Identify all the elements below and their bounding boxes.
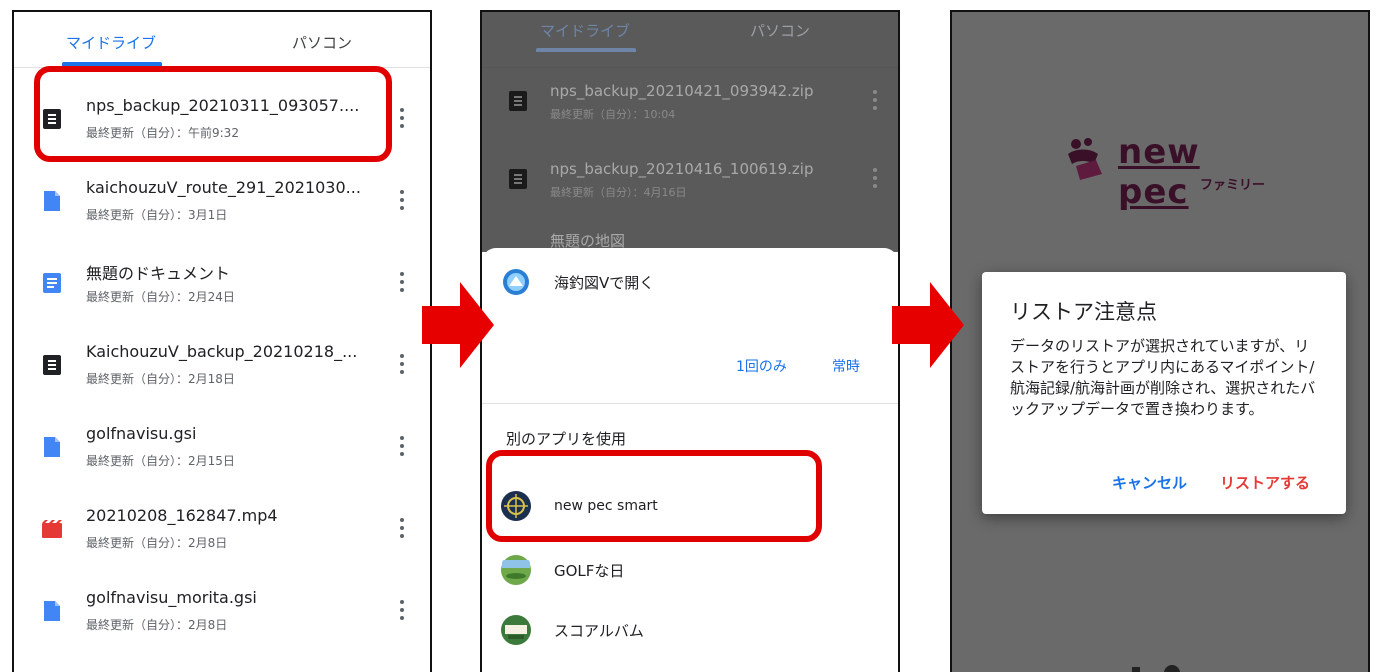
file-row[interactable]: KaichouzuV_backup_20210218_... 最終更新（自分）：… [14,320,430,402]
generic-file-icon [44,191,60,211]
archive-file-icon [509,169,527,189]
divider [482,403,898,404]
file-modified: 最終更新（自分）：2月8日 [86,618,228,632]
more-vert-icon [872,168,878,190]
score-album-app-icon [501,615,531,645]
logo-text: new pec [1118,132,1200,212]
logo-subtext: ファミリー [1200,178,1266,193]
highlight-box [486,450,822,542]
file-row[interactable]: 20210208_162847.mp4 最終更新（自分）：2月8日 [14,484,430,566]
app-label: GOLFな日 [554,561,625,580]
restore-button[interactable]: リストアする [1220,472,1310,493]
file-name: golfnavisu_morita.gsi [86,588,257,607]
right-arrow-icon [892,282,964,368]
more-vert-icon[interactable] [399,436,405,458]
other-apps-heading: 別のアプリを使用 [506,430,627,448]
file-modified: 最終更新（自分）：2月24日 [86,290,235,304]
app-item-golf[interactable]: GOLFな日 [500,554,624,586]
file-row[interactable]: 無題のドキュメント 最終更新（自分）：2月24日 [14,238,430,320]
file-row[interactable]: golfnavisu_morita.gsi 最終更新（自分）：2月8日 [14,566,430,648]
generic-file-icon [44,601,60,621]
docs-file-icon [43,273,61,293]
app-item-scorealbum[interactable]: スコアルバム [500,614,644,646]
dimmed-background: マイドライブ パソコン nps_backup_20210421_093942.z… [482,12,898,252]
tab-my-drive: マイドライブ [540,22,631,40]
more-vert-icon[interactable] [399,190,405,212]
more-vert-icon[interactable] [399,272,405,294]
right-arrow-icon [422,282,494,368]
tab-bar: マイドライブ パソコン [14,12,430,68]
open-with-label: 海釣図Vで開く [554,273,655,292]
active-tab-indicator [536,48,636,52]
file-modified: 最終更新（自分）：2月15日 [86,454,235,468]
bottom-logo [1062,657,1302,672]
more-vert-icon[interactable] [399,600,405,622]
file-name: 無題のドキュメント [86,264,231,283]
tab-computers[interactable]: パソコン [292,32,352,53]
file-modified: 最終更新（自分）：3月1日 [86,208,228,222]
more-vert-icon [872,90,878,112]
video-file-icon [42,520,62,538]
default-app-item[interactable]: 海釣図Vで開く [500,266,654,298]
file-name: kaichouzuV_route_291_2021030... [86,178,361,197]
file-modified: 最終更新（自分）：2月18日 [86,372,235,386]
more-vert-icon[interactable] [399,518,405,540]
always-button[interactable]: 常時 [832,356,860,376]
archive-file-icon [509,91,527,111]
archive-file-icon [43,355,61,375]
dialog-message: データのリストアが選択されていますが、リストアを行うとアプリ内にあるマイポイント… [1010,337,1316,418]
golf-app-icon [501,555,531,585]
file-name: nps_backup_20210416_100619.zip [550,160,814,178]
more-vert-icon[interactable] [399,108,405,130]
once-button[interactable]: 1回のみ [736,356,787,376]
file-name: golfnavisu.gsi [86,424,197,443]
restore-warning-dialog: リストア注意点 データのリストアが選択されていますが、リストアを行うとアプリ内に… [982,272,1346,514]
file-name: nps_backup_20210421_093942.zip [550,82,814,100]
drive-file-list-panel: マイドライブ パソコン nps_backup_20210311_093057..… [12,10,432,672]
cancel-button[interactable]: キャンセル [1112,472,1187,493]
open-with-panel: マイドライブ パソコン nps_backup_20210421_093942.z… [480,10,900,672]
file-row: nps_backup_20210421_093942.zip 最終更新（自分）：… [482,60,898,142]
generic-file-icon [44,437,60,457]
file-row[interactable]: kaichouzuV_route_291_2021030... 最終更新（自分）… [14,156,430,238]
dialog-title: リストア注意点 [1010,300,1157,324]
file-modified: 最終更新（自分）：4月16日 [550,186,687,199]
restore-dialog-panel: new pec ファミリー リストア注意点 データのリストアが選択されていますが… [950,10,1370,672]
tab-my-drive[interactable]: マイドライブ [66,32,156,53]
app-label: スコアルバム [554,621,644,640]
file-modified: 最終更新（自分）：10:04 [550,108,676,121]
logo-mark-icon [1068,138,1102,180]
file-modified: 最終更新（自分）：2月8日 [86,536,228,550]
kaichouzu-app-icon [503,269,529,295]
splash-background: new pec ファミリー リストア注意点 データのリストアが選択されていますが… [952,12,1368,672]
file-name: 20210208_162847.mp4 [86,506,278,525]
tab-computers: パソコン [750,22,811,40]
file-row: nps_backup_20210416_100619.zip 最終更新（自分）：… [482,138,898,220]
bottom-logo-mark [1132,665,1180,672]
highlight-box [34,66,392,162]
file-row[interactable]: golfnavisu.gsi 最終更新（自分）：2月15日 [14,402,430,484]
more-vert-icon[interactable] [399,354,405,376]
new-pec-logo: new pec ファミリー [1062,132,1282,212]
file-name: KaichouzuV_backup_20210218_... [86,342,358,361]
